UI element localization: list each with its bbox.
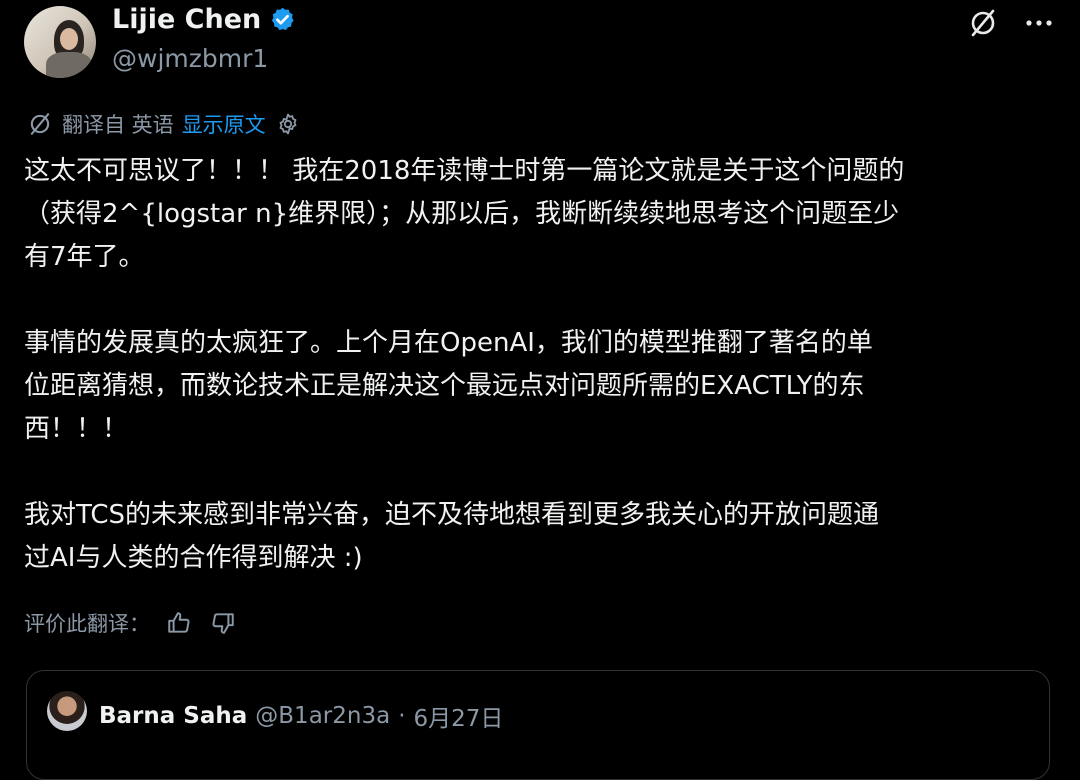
- post-paragraph: 我对TCS的未来感到非常兴奋，迫不及待地想看到更多我关心的开放问题通 过AI与人…: [24, 500, 880, 573]
- author-avatar[interactable]: [24, 6, 96, 78]
- post-paragraph: 事情的发展真的太疯狂了。上个月在OpenAI，我们的模型推翻了著名的单 位距离猜…: [24, 328, 873, 444]
- translate-grok-icon: [26, 110, 54, 138]
- quoted-date[interactable]: 6月27日: [414, 699, 504, 733]
- quoted-author-name[interactable]: Barna Saha: [99, 703, 247, 729]
- quoted-author-handle[interactable]: @B1ar2n3a: [255, 703, 390, 729]
- translated-from-label: 翻译自 英语: [62, 113, 174, 137]
- verified-badge-icon: [272, 7, 294, 31]
- rate-translation-bar: 评价此翻译：: [24, 608, 238, 638]
- quoted-post[interactable]: Barna Saha @B1ar2n3a · 6月27日: [26, 670, 1050, 780]
- avatar-body: [46, 52, 92, 78]
- quoted-author-avatar[interactable]: [47, 691, 87, 731]
- post-actions-top: [966, 6, 1056, 40]
- quoted-author-line: Barna Saha @B1ar2n3a · 6月27日: [99, 699, 503, 733]
- thumbs-up-icon[interactable]: [164, 608, 194, 638]
- show-original-link[interactable]: 显示原文: [182, 109, 266, 139]
- translation-settings-gear-icon[interactable]: [274, 110, 302, 138]
- post-paragraph: 这太不可思议了！！！ 我在2018年读博士时第一篇论文就是关于这个问题的 （获得…: [24, 156, 905, 272]
- avatar-face: [60, 28, 78, 50]
- rate-translation-label: 评价此翻译：: [24, 612, 150, 636]
- thumbs-down-icon[interactable]: [208, 608, 238, 638]
- quoted-separator: ·: [398, 703, 406, 729]
- more-icon[interactable]: [1022, 6, 1056, 40]
- author-handle[interactable]: @wjmzbmr1: [112, 44, 268, 73]
- post-body: 这太不可思议了！！！ 我在2018年读博士时第一篇论文就是关于这个问题的 （获得…: [24, 150, 1064, 580]
- author-name-row[interactable]: Lijie Chen: [112, 4, 296, 35]
- grok-icon[interactable]: [966, 6, 1000, 40]
- author-name[interactable]: Lijie Chen: [112, 4, 261, 35]
- translation-bar: 翻译自 英语 显示原文: [26, 109, 302, 139]
